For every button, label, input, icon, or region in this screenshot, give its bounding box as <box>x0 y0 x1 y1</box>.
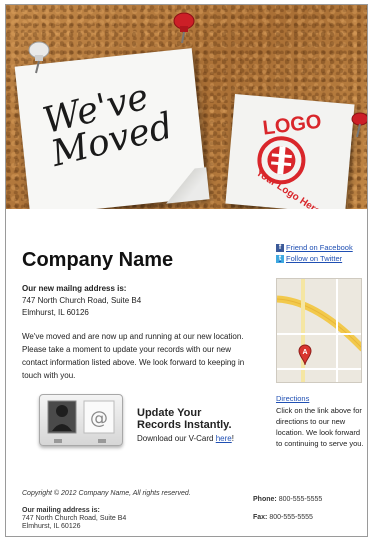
vcard-download-link[interactable]: here <box>216 434 232 443</box>
email-frame: We've Moved LOGO Your Logo Here Company … <box>5 4 368 537</box>
phone-value: 800-555-5555 <box>278 496 323 503</box>
map-marker-label: A <box>302 349 307 356</box>
map-graphic: A <box>277 279 361 382</box>
mailing-line2: Elmhurst, IL 60126 <box>22 308 89 317</box>
twitter-link[interactable]: t Follow on Twitter <box>276 254 342 263</box>
vcard-download-prefix: Download our V-Card <box>137 434 216 443</box>
directions-link[interactable]: Directions <box>276 394 309 403</box>
twitter-icon: t <box>276 254 284 263</box>
location-map[interactable]: A <box>276 278 362 383</box>
logo-image: LOGO Your Logo Here <box>254 111 323 209</box>
moved-message: We've moved and are now up and running a… <box>22 332 245 380</box>
pushpin-icon <box>28 41 50 74</box>
copyright-text: Copyright © 2012 Company Name, All right… <box>22 490 191 497</box>
hero-banner: We've Moved LOGO Your Logo Here <box>6 5 367 209</box>
facebook-link[interactable]: f Friend on Facebook <box>276 243 353 252</box>
svg-text:@: @ <box>90 408 108 429</box>
phone-label: Phone: <box>253 496 277 503</box>
twitter-label: Follow on Twitter <box>286 254 343 263</box>
footer-mailing-label: Our mailing address is: <box>22 507 100 514</box>
contact-card-icon: @ <box>47 400 115 443</box>
vcard-title: Update Your Records Instantly. <box>137 407 232 431</box>
logo-top-text: LOGO <box>262 111 323 140</box>
company-name: Company Name <box>22 249 174 271</box>
fax-value: 800-555-5555 <box>269 514 313 521</box>
logo-note: LOGO Your Logo Here <box>225 93 355 209</box>
footer-phone: Phone: 800-555-5555 <box>253 496 322 503</box>
directions-text: Click on the link above for directions t… <box>276 406 364 448</box>
footer-fax: Fax: 800-555-5555 <box>253 514 313 521</box>
vcard-icon[interactable]: @ <box>39 394 123 446</box>
mailing-label: Our new mailng address is: <box>22 284 127 293</box>
vcard-download-suffix: ! <box>231 434 234 443</box>
pushpin-icon <box>351 112 367 138</box>
mailing-line1: 747 North Church Road, Suite B4 <box>22 296 142 305</box>
footer-address-line1: 747 North Church Road, Suite B4 <box>22 515 127 522</box>
logo-bottom-text: Your Logo Here <box>254 167 323 209</box>
vcard-download-text: Download our V-Card here! <box>137 434 234 443</box>
footer-address-line2: Elmhurst, IL 60126 <box>22 523 81 530</box>
fax-label: Fax: <box>253 514 268 521</box>
pushpin-icon <box>173 12 195 44</box>
facebook-icon: f <box>276 243 284 252</box>
facebook-label: Friend on Facebook <box>286 243 353 252</box>
